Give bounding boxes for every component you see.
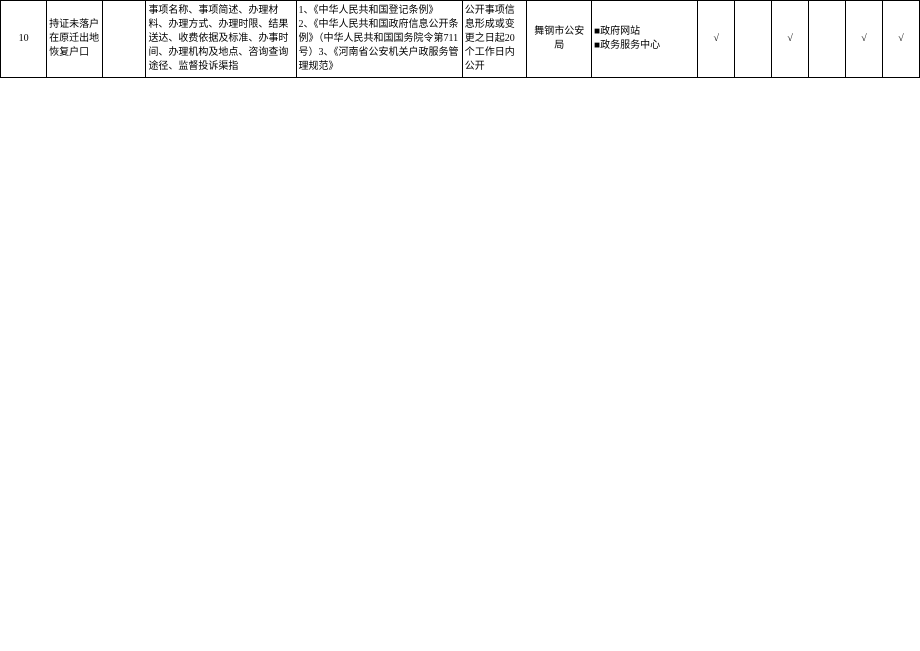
cell-channel: ■政府网站■政务服务中心 bbox=[592, 1, 698, 78]
cell-subject: 舞钢市公安局 bbox=[527, 1, 592, 78]
cell-check-4 bbox=[809, 1, 846, 78]
cell-item-name: 持证未落户在原迁出地恢复户口 bbox=[47, 1, 102, 78]
document-table: 10 持证未落户在原迁出地恢复户口 事项名称、事项简述、办理材料、办理方式、办理… bbox=[0, 0, 920, 78]
cell-check-5: √ bbox=[846, 1, 883, 78]
cell-time-limit: 公开事项信息形成或变更之日起20个工作日内公开 bbox=[462, 1, 527, 78]
cell-check-1: √ bbox=[698, 1, 735, 78]
cell-check-3: √ bbox=[772, 1, 809, 78]
cell-basis: 1、《中华人民共和国登记条例》2、《中华人民共和国政府信息公开条例》（中华人民共… bbox=[296, 1, 462, 78]
cell-content: 事项名称、事项简述、办理材料、办理方式、办理时限、结果送达、收费依据及标准、办事… bbox=[146, 1, 296, 78]
table-row: 10 持证未落户在原迁出地恢复户口 事项名称、事项简述、办理材料、办理方式、办理… bbox=[1, 1, 920, 78]
cell-check-6: √ bbox=[882, 1, 919, 78]
cell-blank bbox=[102, 1, 146, 78]
cell-number: 10 bbox=[1, 1, 47, 78]
cell-check-2 bbox=[735, 1, 772, 78]
